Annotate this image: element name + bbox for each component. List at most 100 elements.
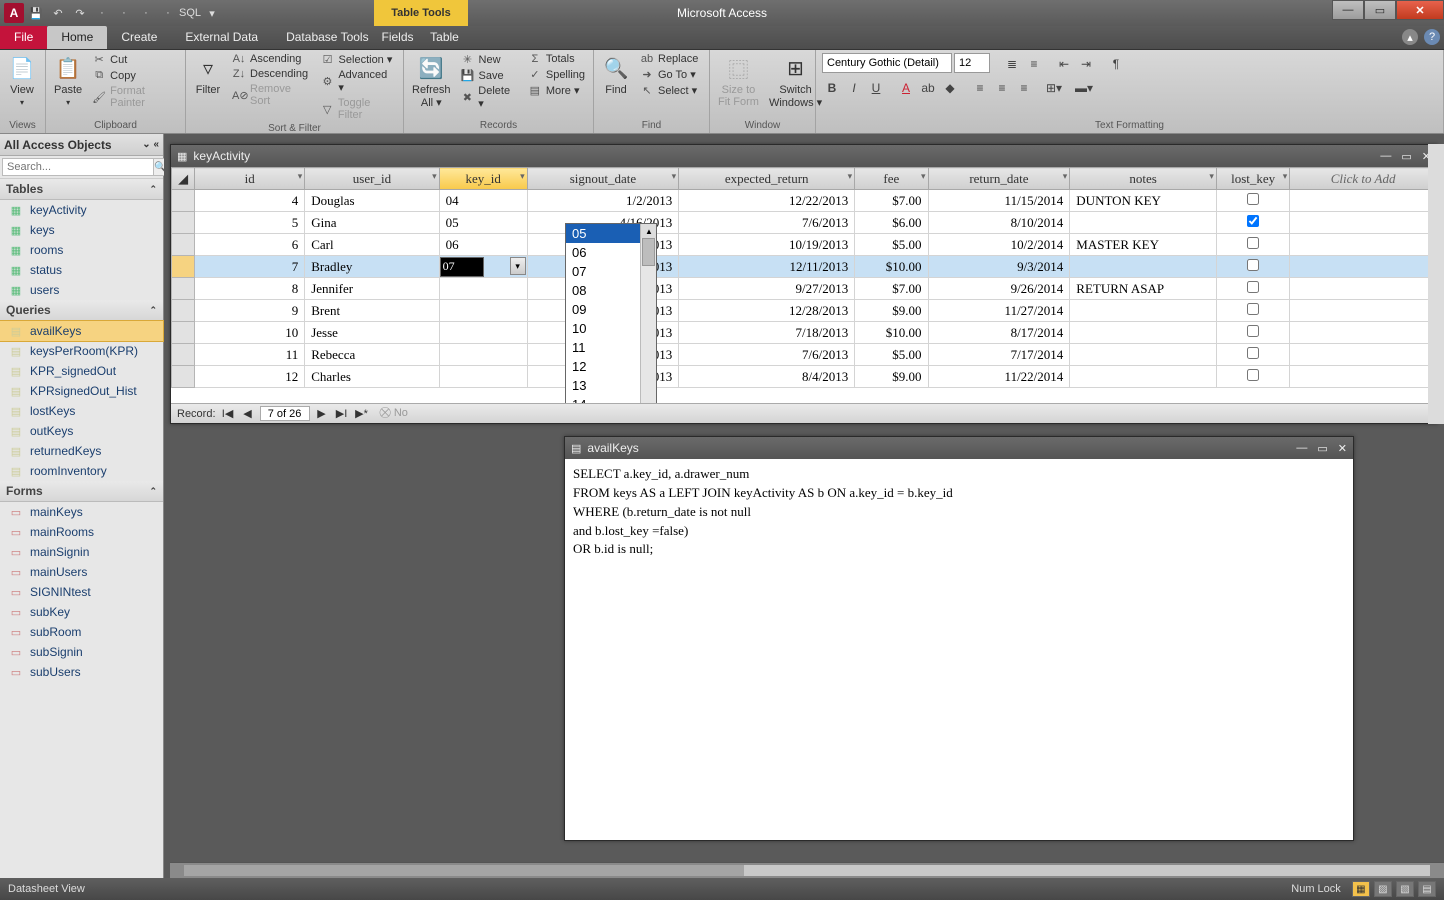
dec-indent-icon[interactable]: ⇤ [1054,55,1074,73]
alt-row-button[interactable]: ▬▾ [1074,79,1094,97]
vertical-scrollbar[interactable] [1428,144,1444,424]
nav-item[interactable]: keys [0,220,163,240]
qat-redo-icon[interactable]: ↷ [70,3,90,23]
spelling-button[interactable]: ✓Spelling [526,67,587,82]
new-button[interactable]: ✳New [459,52,520,67]
tab-external-data[interactable]: External Data [171,26,272,49]
column-header[interactable]: fee▾ [855,168,928,190]
row-header[interactable] [172,344,195,366]
qat-btn[interactable]: · [114,3,134,23]
underline-button[interactable]: U [866,79,886,97]
filter-dropdown-icon[interactable]: ▾ [1209,171,1214,182]
filter-dropdown-icon[interactable]: ▾ [672,171,677,182]
lost-key-checkbox[interactable] [1247,259,1259,271]
table-row[interactable]: 5Gina054/16/20137/6/2013$6.008/10/2014 [172,212,1437,234]
selection-button[interactable]: ☑Selection ▾ [319,52,397,67]
design-view-button[interactable]: ▨ [1374,881,1392,897]
qat-btn[interactable]: · [92,3,112,23]
nav-item[interactable]: users [0,280,163,300]
key-id-combo-input[interactable] [440,257,484,277]
maximize-icon[interactable]: ▭ [1401,150,1411,163]
ascending-button[interactable]: A↓Ascending [230,52,313,66]
tab-home[interactable]: Home [47,26,107,49]
font-size-input[interactable] [954,53,990,73]
lost-key-checkbox[interactable] [1247,303,1259,315]
qat-btn[interactable]: · [158,3,178,23]
nav-item[interactable]: SIGNINtest [0,582,163,602]
nav-item[interactable]: mainSignin [0,542,163,562]
column-header[interactable]: lost_key▾ [1216,168,1289,190]
cut-button[interactable]: ✂Cut [90,52,179,67]
nav-item[interactable]: subRoom [0,622,163,642]
find-button[interactable]: 🔍Find [600,52,632,98]
tab-file[interactable]: File [0,26,47,49]
qat-undo-icon[interactable]: ↶ [48,3,68,23]
qat-btn[interactable]: · [136,3,156,23]
layout-view-button[interactable]: ▤ [1418,881,1436,897]
lost-key-checkbox[interactable] [1247,215,1259,227]
sql-editor[interactable]: SELECT a.key_id, a.drawer_num FROM keys … [565,459,1353,840]
nav-item[interactable]: subKey [0,602,163,622]
help-icon[interactable]: ? [1424,29,1440,45]
lost-key-checkbox[interactable] [1247,281,1259,293]
more-button[interactable]: ▤More ▾ [526,83,587,98]
qat-sql-icon[interactable]: SQL [180,3,200,23]
new-record-button[interactable]: ▶* [354,407,370,420]
bullet-list-icon[interactable]: ≣ [1002,55,1022,73]
table-row[interactable]: 7Bradley▾1/10/201312/11/2013$10.009/3/20… [172,256,1437,278]
minimize-ribbon-icon[interactable]: ▴ [1402,29,1418,45]
number-list-icon[interactable]: ≡ [1024,55,1044,73]
close-icon[interactable]: ✕ [1338,442,1347,455]
replace-button[interactable]: abReplace [638,52,700,66]
nav-item[interactable]: availKeys [0,321,163,341]
filter-dropdown-icon[interactable]: ▾ [848,171,853,182]
column-header[interactable]: expected_return▾ [679,168,855,190]
nav-item[interactable]: mainRooms [0,522,163,542]
font-name-input[interactable] [822,53,952,73]
qat-more-icon[interactable]: ▾ [202,3,222,23]
minimize-icon[interactable]: — [1380,150,1391,163]
minimize-button[interactable]: — [1332,0,1364,20]
nav-item[interactable]: roomInventory [0,461,163,481]
tab-database-tools[interactable]: Database Tools [272,26,383,49]
app-badge[interactable]: A [4,3,24,23]
nav-header[interactable]: All Access Objects ⌄ « [0,134,163,156]
paste-button[interactable]: 📋Paste▾ [52,52,84,109]
scroll-up-icon[interactable]: ▲ [641,224,657,238]
filter-dropdown-icon[interactable]: ▾ [1283,171,1288,182]
next-record-button[interactable]: ▶ [314,407,330,420]
inc-indent-icon[interactable]: ⇥ [1076,55,1096,73]
row-header[interactable] [172,322,195,344]
maximize-icon[interactable]: ▭ [1317,442,1327,455]
remove-sort-button[interactable]: A⊘Remove Sort [230,82,313,108]
window-title-bar[interactable]: ▤ availKeys — ▭ ✕ [565,437,1353,459]
goto-button[interactable]: ➜Go To ▾ [638,67,700,82]
nav-item[interactable]: KPRsignedOut_Hist [0,381,163,401]
nav-item[interactable]: subSignin [0,642,163,662]
nav-group-header[interactable]: Queries⌃ [0,300,163,321]
filter-dropdown-icon[interactable]: ▾ [432,171,437,182]
lost-key-checkbox[interactable] [1247,193,1259,205]
lost-key-checkbox[interactable] [1247,325,1259,337]
filter-dropdown-icon[interactable]: ▾ [520,171,525,182]
tab-create[interactable]: Create [107,26,171,49]
column-header[interactable]: signout_date▾ [527,168,679,190]
highlight-button[interactable]: ab [918,79,938,97]
dropdown-scrollbar[interactable]: ▲ ▼ [640,224,656,403]
row-header[interactable] [172,212,195,234]
font-color-button[interactable]: A [896,79,916,97]
row-header[interactable] [172,366,195,388]
nav-item[interactable]: mainKeys [0,502,163,522]
nav-group-header[interactable]: Forms⌃ [0,481,163,502]
table-row[interactable]: 10Jesse5/8/20137/18/2013$10.008/17/2014 [172,322,1437,344]
horizontal-scrollbar[interactable] [170,862,1444,878]
qat-save-icon[interactable]: 💾 [26,3,46,23]
table-row[interactable]: 12Charles5/23/20138/4/2013$9.0011/22/201… [172,366,1437,388]
gridlines-button[interactable]: ⊞▾ [1044,79,1064,97]
column-header[interactable]: Click to Add▾ [1290,168,1437,190]
nav-item[interactable]: keysPerRoom(KPR) [0,341,163,361]
size-to-fit-button[interactable]: ⿴Size to Fit Form [716,52,761,110]
view-button[interactable]: 📄View▾ [6,52,38,109]
advanced-button[interactable]: ⚙Advanced ▾ [319,68,397,95]
tab-table[interactable]: Table [421,26,468,48]
